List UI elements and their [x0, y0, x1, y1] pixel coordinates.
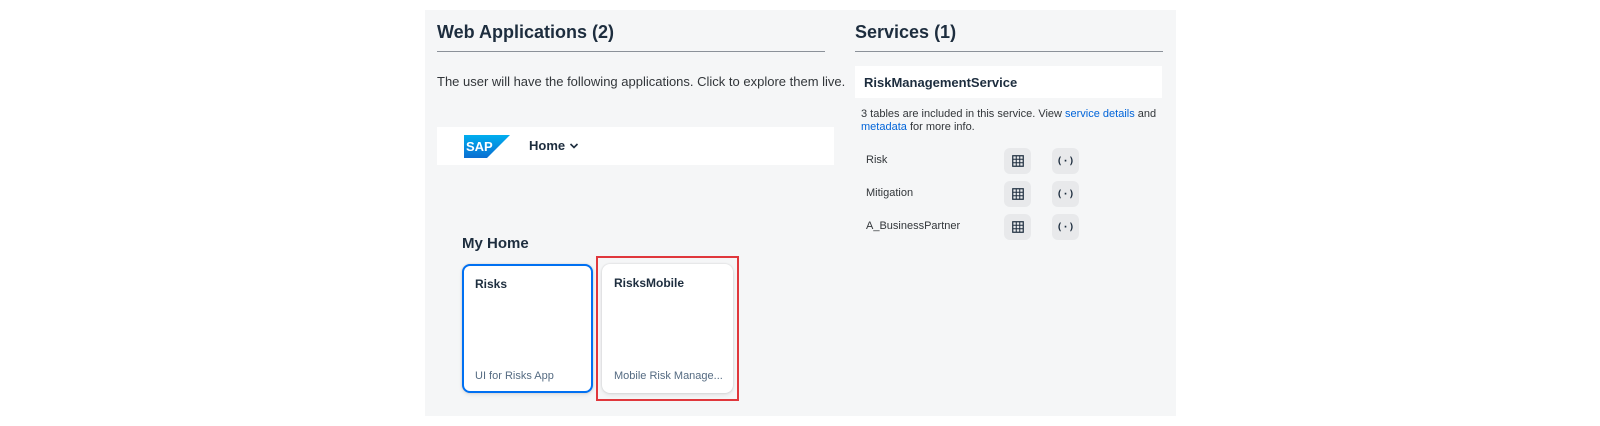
view-table-button[interactable] — [1004, 148, 1031, 174]
entity-row-mitigation: Mitigation (·) — [866, 181, 1096, 207]
table-icon — [1011, 221, 1024, 233]
table-icon — [1011, 155, 1024, 167]
service-desc-prefix: 3 tables are included in this service. V… — [861, 108, 1062, 120]
metadata-link[interactable]: metadata — [861, 121, 907, 133]
entity-name: A_BusinessPartner — [866, 220, 961, 232]
sap-logo-text: SAP — [466, 139, 493, 154]
view-table-button[interactable] — [1004, 214, 1031, 240]
entity-row-risk: Risk (·) — [866, 148, 1096, 174]
home-menu-label: Home — [529, 138, 566, 153]
service-desc-suffix: for more info. — [909, 121, 975, 133]
service-desc-and: and — [1137, 108, 1157, 120]
launchpad-shellbar: SAP Home — [437, 127, 834, 165]
tile-title: RisksMobile — [614, 276, 685, 290]
entity-row-a-businesspartner: A_BusinessPartner (·) — [866, 214, 1096, 240]
service-name: RiskManagementService — [864, 75, 1018, 90]
chevron-down-icon — [570, 142, 579, 149]
tile-risks[interactable]: Risks UI for Risks App — [462, 264, 593, 393]
tile-subtitle: Mobile Risk Manage... — [614, 370, 723, 382]
services-title: Services (1) — [855, 22, 957, 42]
view-metadata-button[interactable]: (·) — [1052, 148, 1079, 174]
service-details-link[interactable]: service details — [1065, 108, 1135, 120]
tile-subtitle: UI for Risks App — [475, 370, 554, 382]
table-icon — [1011, 188, 1024, 200]
code-braces-icon: (·) — [1056, 188, 1075, 200]
home-menu-button[interactable]: Home — [529, 138, 579, 153]
web-applications-intro: The user will have the following applica… — [437, 74, 846, 89]
sap-logo[interactable]: SAP — [464, 135, 510, 158]
my-home-title: My Home — [462, 235, 529, 252]
view-table-button[interactable] — [1004, 181, 1031, 207]
entity-name: Mitigation — [866, 187, 914, 199]
tile-risksmobile[interactable]: RisksMobile Mobile Risk Manage... — [602, 264, 733, 393]
web-applications-title: Web Applications (2) — [437, 22, 615, 42]
view-metadata-button[interactable]: (·) — [1052, 181, 1079, 207]
entity-name: Risk — [866, 154, 888, 166]
service-card: RiskManagementService — [855, 66, 1162, 98]
services-divider — [855, 51, 1163, 52]
code-braces-icon: (·) — [1056, 221, 1075, 233]
tile-title: Risks — [475, 277, 508, 291]
web-applications-divider — [437, 51, 825, 52]
code-braces-icon: (·) — [1056, 155, 1075, 167]
service-description: 3 tables are included in this service. V… — [861, 108, 1161, 134]
app-details-panel: Web Applications (2) The user will have … — [425, 10, 1176, 416]
view-metadata-button[interactable]: (·) — [1052, 214, 1079, 240]
